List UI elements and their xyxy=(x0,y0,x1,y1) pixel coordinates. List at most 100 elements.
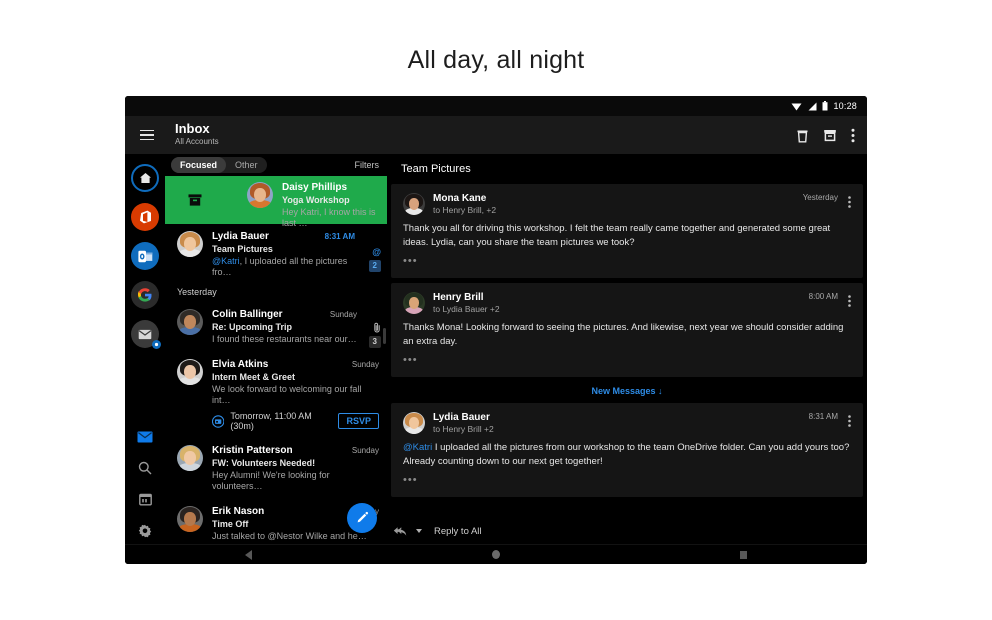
message-recipients: to Henry Brill, +2 xyxy=(433,205,497,215)
list-item[interactable]: Lydia Bauer 8:31 AM Team Pictures @Katri… xyxy=(165,224,387,282)
status-time: 10:28 xyxy=(833,101,857,111)
avatar xyxy=(403,412,425,434)
message-card[interactable]: Lydia Bauer to Henry Brill +2 8:31 AM @K… xyxy=(391,403,863,497)
avatar xyxy=(177,231,203,257)
archive-icon xyxy=(188,194,202,206)
list-item-subject: Intern Meet & Greet xyxy=(212,372,296,382)
list-item[interactable]: Kristin Patterson Sunday FW: Volunteers … xyxy=(165,438,387,499)
toolbar-titles: Inbox All Accounts xyxy=(175,122,796,148)
list-item-sender: Lydia Bauer xyxy=(212,231,269,242)
message-body-rest: I uploaded all the pictures from our wor… xyxy=(403,442,850,467)
archive-icon[interactable] xyxy=(823,128,837,142)
search-tab-icon[interactable] xyxy=(138,461,152,475)
google-icon xyxy=(138,288,152,302)
list-item-meta: Daisy Phillips Yoga Workshop Hey Katri, … xyxy=(282,182,379,228)
mail-icon xyxy=(138,329,152,339)
sidebar-item-office-account[interactable] xyxy=(131,203,159,231)
focused-other-toggle: Focused Other xyxy=(171,157,267,173)
list-group-header: Yesterday xyxy=(177,287,217,297)
message-header: Mona Kane to Henry Brill, +2 Yesterday xyxy=(403,193,851,215)
page-subtitle-accounts: All Accounts xyxy=(175,137,219,146)
message-time: 8:00 AM xyxy=(808,292,838,301)
avatar-face-elvia xyxy=(177,359,203,385)
list-item-preview: I found these restaurants near our… xyxy=(212,334,357,344)
android-back-button[interactable] xyxy=(245,549,252,560)
message-sender-block: Lydia Bauer to Henry Brill +2 xyxy=(433,412,494,434)
reply-all-icon[interactable] xyxy=(393,526,410,537)
list-item-swiped[interactable]: Daisy Phillips Yoga Workshop Hey Katri, … xyxy=(165,176,387,228)
message-sender-block: Henry Brill to Lydia Bauer +2 xyxy=(433,292,500,314)
new-messages-divider[interactable]: New Messages ↓ xyxy=(387,382,867,403)
message-sender: Mona Kane xyxy=(433,193,487,204)
message-header: Lydia Bauer to Henry Brill +2 8:31 AM xyxy=(403,412,851,434)
reply-to-all-label: Reply to All xyxy=(434,525,482,537)
list-item-sender: Daisy Phillips xyxy=(282,182,348,193)
tab-other[interactable]: Other xyxy=(226,157,267,173)
kebab-menu-icon[interactable] xyxy=(848,196,851,208)
thread-count-badge: 2 xyxy=(368,260,381,272)
calendar-tab-icon[interactable] xyxy=(138,493,152,506)
avatar xyxy=(403,193,425,215)
list-item-sender: Kristin Patterson xyxy=(212,445,293,456)
home-icon xyxy=(139,173,151,183)
list-item-preview: Hey Alumni! We're looking for volunteers… xyxy=(212,470,330,491)
avatar-face-lydia-msg xyxy=(403,412,425,434)
app-toolbar: Inbox All Accounts xyxy=(125,116,867,154)
expand-quoted-text-button[interactable]: ••• xyxy=(403,355,851,366)
list-item-meta: Elvia Atkins Sunday Intern Meet & Greet … xyxy=(212,359,379,431)
kebab-menu-icon[interactable] xyxy=(848,415,851,427)
kebab-menu-icon[interactable] xyxy=(848,295,851,307)
list-item-preview: We look forward to welcoming our fall in… xyxy=(212,384,362,405)
avatar-face-erik xyxy=(177,506,203,532)
settings-tab-icon[interactable] xyxy=(138,524,152,538)
message-list-pane: Focused Other Filters Daisy Phillips Yog… xyxy=(165,154,387,544)
message-body: Thank you all for driving this workshop.… xyxy=(403,223,831,248)
android-status-bar: 10:28 xyxy=(125,96,867,116)
sidebar-item-outlook-account[interactable] xyxy=(131,242,159,270)
message-card[interactable]: Mona Kane to Henry Brill, +2 Yesterday T… xyxy=(391,184,863,278)
android-recents-button[interactable] xyxy=(740,550,747,559)
list-item-sender: Elvia Atkins xyxy=(212,359,269,370)
hamburger-menu-icon[interactable] xyxy=(133,121,161,149)
rsvp-button[interactable]: RSVP xyxy=(338,413,379,429)
list-item-subject: Team Pictures xyxy=(212,244,273,254)
trash-icon[interactable] xyxy=(796,128,809,143)
reading-pane: Team Pictures Mona Kane to Henry Brill, … xyxy=(387,154,867,544)
tab-focused[interactable]: Focused xyxy=(171,157,227,173)
avatar xyxy=(177,445,203,471)
avatar-face-henry xyxy=(403,292,425,314)
avatar xyxy=(177,359,203,385)
filters-button[interactable]: Filters xyxy=(355,160,380,170)
expand-quoted-text-button[interactable]: ••• xyxy=(403,256,851,267)
list-item-time: Sunday xyxy=(351,360,379,369)
message-time: Yesterday xyxy=(802,193,838,202)
expand-quoted-text-button[interactable]: ••• xyxy=(403,475,851,486)
outlook-icon xyxy=(137,250,152,262)
toolbar-actions xyxy=(796,128,855,143)
kebab-menu-icon[interactable] xyxy=(851,128,855,143)
android-home-button[interactable] xyxy=(492,550,500,559)
list-item-drag-handle[interactable] xyxy=(383,328,386,344)
wifi-icon xyxy=(791,103,802,110)
sidebar-item-home-account[interactable] xyxy=(131,164,159,192)
message-sender-block: Mona Kane to Henry Brill, +2 xyxy=(433,193,496,215)
chevron-down-icon[interactable] xyxy=(416,529,422,533)
list-filter-bar: Focused Other Filters xyxy=(165,154,387,176)
list-item[interactable]: Colin Ballinger Sunday Re: Upcoming Trip… xyxy=(165,302,387,352)
reply-bar[interactable]: Reply to All xyxy=(387,518,867,544)
compose-button[interactable] xyxy=(347,503,377,533)
list-item-sender: Erik Nason xyxy=(212,506,265,517)
avatar xyxy=(403,292,425,314)
thread-count-badge: 3 xyxy=(368,336,381,348)
avatar xyxy=(247,182,273,208)
list-item[interactable]: Elvia Atkins Sunday Intern Meet & Greet … xyxy=(165,352,387,438)
arrow-down-icon: ↓ xyxy=(658,386,663,396)
message-card[interactable]: Henry Brill to Lydia Bauer +2 8:00 AM Th… xyxy=(391,283,863,377)
mail-tab-icon[interactable] xyxy=(137,431,153,443)
paperclip-icon xyxy=(374,322,380,333)
avatar-face-lydia xyxy=(177,231,203,257)
sidebar-item-google-account[interactable] xyxy=(131,281,159,309)
list-item-time: Sunday xyxy=(329,310,357,319)
tablet-device-frame: 10:28 Inbox All Accounts Focused Other F… xyxy=(125,96,867,564)
sidebar-item-other-mail-account[interactable] xyxy=(131,320,161,349)
